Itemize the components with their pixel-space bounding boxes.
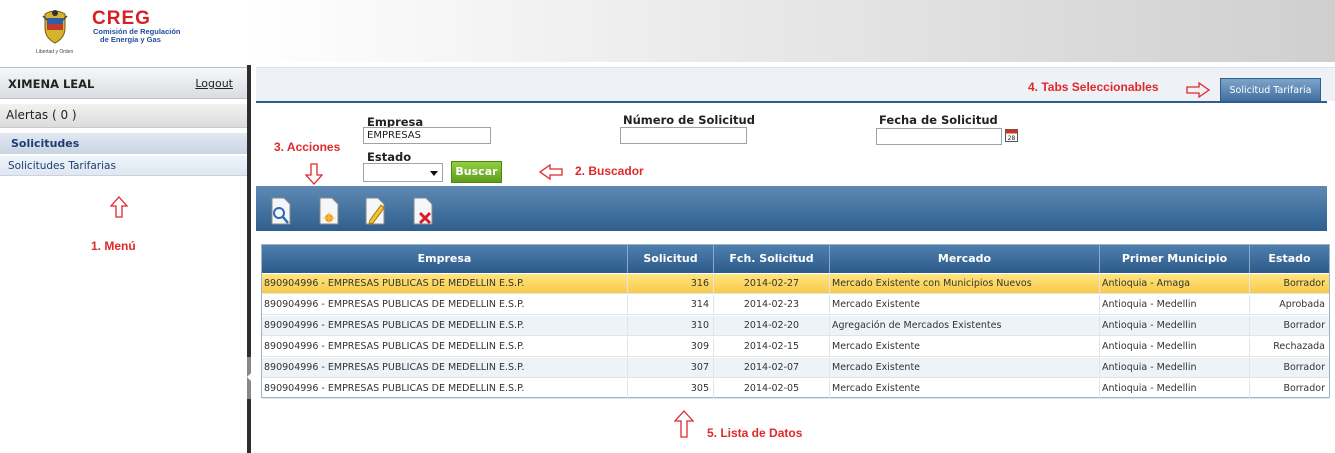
cell-mercado: Mercado Existente: [830, 295, 1100, 315]
column-header-mercado[interactable]: Mercado: [830, 245, 1100, 273]
cell-municipio: Antioquia - Medellin: [1100, 295, 1250, 315]
cell-mercado: Agregación de Mercados Existentes: [830, 316, 1100, 336]
column-header-estado[interactable]: Estado: [1250, 245, 1329, 273]
tab-solicitud-tarifaria[interactable]: Solicitud Tarifaria: [1220, 78, 1321, 101]
user-bar: XIMENA LEAL Logout: [0, 67, 247, 99]
cell-empresa: 890904996 - EMPRESAS PUBLICAS DE MEDELLI…: [262, 358, 628, 378]
cell-solicitud: 309: [628, 337, 714, 357]
section-label: Solicitudes: [11, 137, 80, 150]
cell-solicitud: 305: [628, 379, 714, 399]
cell-municipio: Antioquia - Medellin: [1100, 358, 1250, 378]
annotation-lista: 5. Lista de Datos: [707, 426, 803, 440]
view-icon[interactable]: [270, 196, 292, 226]
cell-estado: Borrador: [1283, 278, 1325, 289]
chevron-down-icon: [430, 171, 438, 176]
cell-municipio: Antioquia - Medellin: [1100, 316, 1250, 336]
cell-fecha: 2014-02-27: [714, 274, 830, 294]
annotation-buscador: 2. Buscador: [575, 164, 644, 178]
column-header-primer-municipio[interactable]: Primer Municipio: [1100, 245, 1250, 273]
table-row[interactable]: 890904996 - EMPRESAS PUBLICAS DE MEDELLI…: [262, 379, 1329, 399]
cell-estado: Rechazada: [1273, 341, 1325, 352]
cell-estado: Borrador: [1283, 362, 1325, 373]
logo-motto: Libertad y Orden: [36, 49, 74, 55]
cell-municipio: Antioquia - Medellin: [1100, 379, 1250, 399]
cell-municipio: Antioquia - Amaga: [1100, 274, 1250, 294]
estado-select[interactable]: [363, 163, 443, 182]
calendar-icon[interactable]: 28: [1005, 128, 1018, 142]
tab-bar-divider: [256, 101, 1327, 103]
table-row[interactable]: 890904996 - EMPRESAS PUBLICAS DE MEDELLI…: [262, 358, 1329, 378]
app-header: CREG Comisión de Regulación de Energía y…: [0, 0, 1335, 62]
user-name: XIMENA LEAL: [8, 77, 95, 91]
alerts-panel[interactable]: Alertas ( 0 ): [0, 104, 247, 128]
arrow-left-icon: [539, 164, 563, 180]
annotation-acciones: 3. Acciones: [274, 140, 341, 154]
cell-empresa: 890904996 - EMPRESAS PUBLICAS DE MEDELLI…: [262, 337, 628, 357]
numero-solicitud-input[interactable]: [620, 127, 747, 144]
estado-label: Estado: [367, 150, 412, 164]
table-header: Empresa Solicitud Fch. Solicitud Mercado…: [262, 245, 1329, 273]
sidebar: XIMENA LEAL Logout Alertas ( 0 ) Solicit…: [0, 67, 247, 453]
column-header-empresa[interactable]: Empresa: [262, 245, 628, 273]
cell-solicitud: 307: [628, 358, 714, 378]
edit-icon[interactable]: [364, 196, 386, 226]
annotation-tabs: 4. Tabs Seleccionables: [1028, 80, 1159, 94]
empresa-input[interactable]: [363, 127, 491, 144]
arrow-right-icon: [1186, 82, 1210, 98]
collapse-sidebar-handle[interactable]: [247, 357, 251, 399]
cell-mercado: Mercado Existente con Municipios Nuevos: [830, 274, 1100, 294]
delete-icon[interactable]: [412, 196, 434, 226]
cell-empresa: 890904996 - EMPRESAS PUBLICAS DE MEDELLI…: [262, 379, 628, 399]
cell-municipio: Antioquia - Medellin: [1100, 337, 1250, 357]
cell-fecha: 2014-02-23: [714, 295, 830, 315]
cell-estado: Aprobada: [1279, 299, 1325, 310]
svg-text:CREG: CREG: [92, 8, 151, 26]
cell-estado: Borrador: [1283, 320, 1325, 331]
cell-fecha: 2014-02-15: [714, 337, 830, 357]
table-row[interactable]: 890904996 - EMPRESAS PUBLICAS DE MEDELLI…: [262, 337, 1329, 357]
creg-logo-subtitle: Comisión de Regulación de Energía y Gas: [93, 27, 181, 44]
creg-logo: CREG: [92, 8, 151, 26]
arrow-up-icon: [674, 410, 694, 438]
sidebar-item-solicitudes-tarifarias[interactable]: Solicitudes Tarifarias: [0, 156, 247, 176]
sidebar-item-label: Solicitudes Tarifarias: [8, 160, 116, 172]
cell-mercado: Mercado Existente: [830, 337, 1100, 357]
table-row[interactable]: 890904996 - EMPRESAS PUBLICAS DE MEDELLI…: [262, 274, 1329, 294]
table-row[interactable]: 890904996 - EMPRESAS PUBLICAS DE MEDELLI…: [262, 295, 1329, 315]
cell-fecha: 2014-02-07: [714, 358, 830, 378]
logout-link[interactable]: Logout: [195, 77, 233, 90]
cell-fecha: 2014-02-20: [714, 316, 830, 336]
cell-mercado: Mercado Existente: [830, 379, 1100, 399]
sidebar-section-solicitudes[interactable]: Solicitudes: [0, 133, 247, 154]
fecha-solicitud-label: Fecha de Solicitud: [879, 113, 998, 127]
column-header-fecha[interactable]: Fch. Solicitud: [714, 245, 830, 273]
arrow-up-icon: [110, 196, 128, 218]
annotation-menu: 1. Menú: [91, 239, 136, 253]
buscar-button[interactable]: Buscar: [451, 161, 502, 183]
data-table: Empresa Solicitud Fch. Solicitud Mercado…: [261, 244, 1330, 399]
cell-empresa: 890904996 - EMPRESAS PUBLICAS DE MEDELLI…: [262, 316, 628, 336]
colombia-shield-icon: [42, 10, 68, 44]
cell-empresa: 890904996 - EMPRESAS PUBLICAS DE MEDELLI…: [262, 274, 628, 294]
fecha-solicitud-input[interactable]: [876, 128, 1002, 145]
cell-solicitud: 316: [628, 274, 714, 294]
new-icon[interactable]: [318, 196, 340, 226]
tab-bar: [256, 67, 1335, 101]
svg-text:28: 28: [1008, 135, 1016, 142]
cell-fecha: 2014-02-05: [714, 379, 830, 399]
arrow-down-icon: [305, 163, 323, 185]
column-header-solicitud[interactable]: Solicitud: [628, 245, 714, 273]
cell-empresa: 890904996 - EMPRESAS PUBLICAS DE MEDELLI…: [262, 295, 628, 315]
cell-mercado: Mercado Existente: [830, 358, 1100, 378]
table-row[interactable]: 890904996 - EMPRESAS PUBLICAS DE MEDELLI…: [262, 316, 1329, 336]
alerts-label: Alertas ( 0 ): [6, 108, 77, 122]
cell-estado: Borrador: [1283, 383, 1325, 394]
cell-solicitud: 310: [628, 316, 714, 336]
cell-solicitud: 314: [628, 295, 714, 315]
numero-solicitud-label: Número de Solicitud: [623, 113, 755, 127]
